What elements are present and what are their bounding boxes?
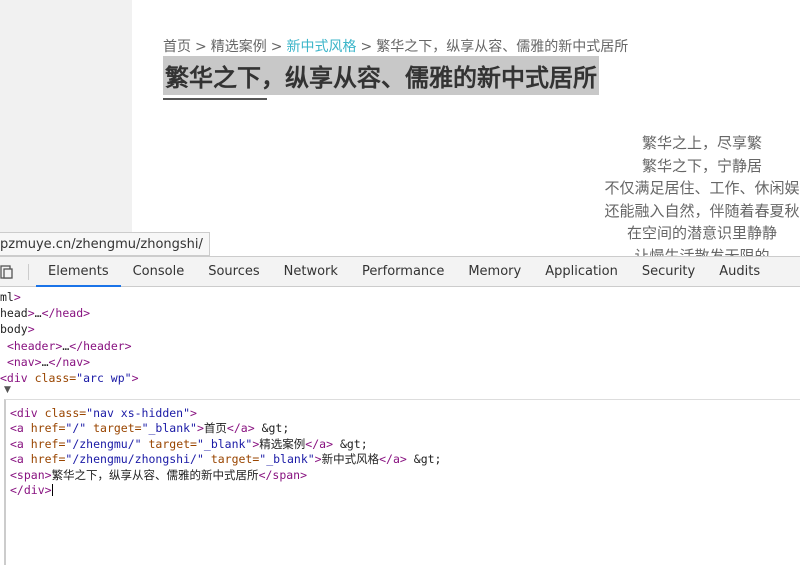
devtools-panel: Elements Console Sources Network Perform… [0,256,800,565]
code-line: <a href="/" target="_blank">首页</a> &gt; [10,421,290,436]
toolbar-divider [28,264,29,280]
tab-application[interactable]: Application [533,257,630,287]
devtools-tabs: Elements Console Sources Network Perform… [36,257,772,287]
breadcrumb-current: 繁华之下，纵享从容、儒雅的新中式居所 [376,39,629,55]
html-edit-panel[interactable]: <div class="nav xs-hidden"> <a href="/" t… [4,399,800,565]
device-toolbar-icon[interactable] [0,264,18,280]
breadcrumb-separator: > [270,39,283,55]
tab-console[interactable]: Console [121,257,197,287]
expand-arrow-icon[interactable]: ▼ [4,385,11,395]
article-line: 繁华之下，宁静居 [641,156,762,175]
tab-memory[interactable]: Memory [456,257,533,287]
tab-sources[interactable]: Sources [196,257,271,287]
dom-node-line[interactable]: ml> [0,289,800,305]
page-title: 繁华之下，纵享从容、儒雅的新中式居所 [163,56,599,95]
link-status-url: pzmuye.cn/zhengmu/zhongshi/ [0,232,210,256]
code-line: <span>繁华之下，纵享从容、儒雅的新中式居所</span> [10,467,308,482]
web-page-viewport: 首页 > 精选案例 > 新中式风格 > 繁华之下，纵享从容、儒雅的新中式居所 繁华之下，纵享… [0,0,800,256]
article-container: 首页 > 精选案例 > 新中式风格 > 繁华之下，纵享从容、儒雅的新中式居所 繁华之下，纵享… [132,0,800,256]
code-line: </div> [10,482,53,497]
breadcrumb-style-link[interactable]: 新中式风格 [286,39,356,55]
breadcrumb-home-link[interactable]: 首页 [163,39,191,55]
article-line: 繁华之上，尽享繁 [641,134,762,152]
dom-tree: ml> head>…</head> body> <header>…</header>… [0,289,800,399]
article-line: 在空间的潜意识里静静 [626,224,777,242]
title-underline [163,98,267,100]
dom-node-line[interactable]: <div class="arc wp"> [0,370,800,386]
article-line: 让慢生活散发无限的 [634,246,770,257]
breadcrumb: 首页 > 精选案例 > 新中式风格 > 繁华之下，纵享从容、儒雅的新中式居所 [163,36,628,56]
tab-network[interactable]: Network [272,257,350,287]
dom-node-line[interactable]: head>…</head> [0,305,800,321]
tab-performance[interactable]: Performance [350,257,456,287]
tab-audits[interactable]: Audits [707,257,772,287]
breadcrumb-separator: > [195,39,207,55]
code-line: <a href="/zhengmu/" target="_blank">精选案例… [10,436,368,451]
article-line: 还能融入自然，伴随着春夏秋 [604,201,800,220]
tab-security[interactable]: Security [630,257,707,287]
text-caret [51,484,53,497]
devtools-tabbar: Elements Console Sources Network Perform… [0,257,800,287]
breadcrumb-cases-link[interactable]: 精选案例 [211,39,267,55]
code-line: <a href="/zhengmu/zhongshi/" target="_bl… [10,452,442,467]
article-text: 繁华之上，尽享繁 繁华之下，宁静居 不仅满足居住、工作、休闲娱 还能融入自然，伴… [552,132,800,256]
dom-node-line[interactable]: body> [0,321,800,337]
article-line: 不仅满足居住、工作、休闲娱 [604,179,800,197]
tab-elements[interactable]: Elements [36,257,121,287]
dom-node-line[interactable]: <header>…</header> [0,338,800,354]
code-line: <div class="nav xs-hidden"> [10,406,197,420]
breadcrumb-separator: > [360,39,373,55]
dom-node-line[interactable]: <nav>…</nav> [0,354,800,370]
